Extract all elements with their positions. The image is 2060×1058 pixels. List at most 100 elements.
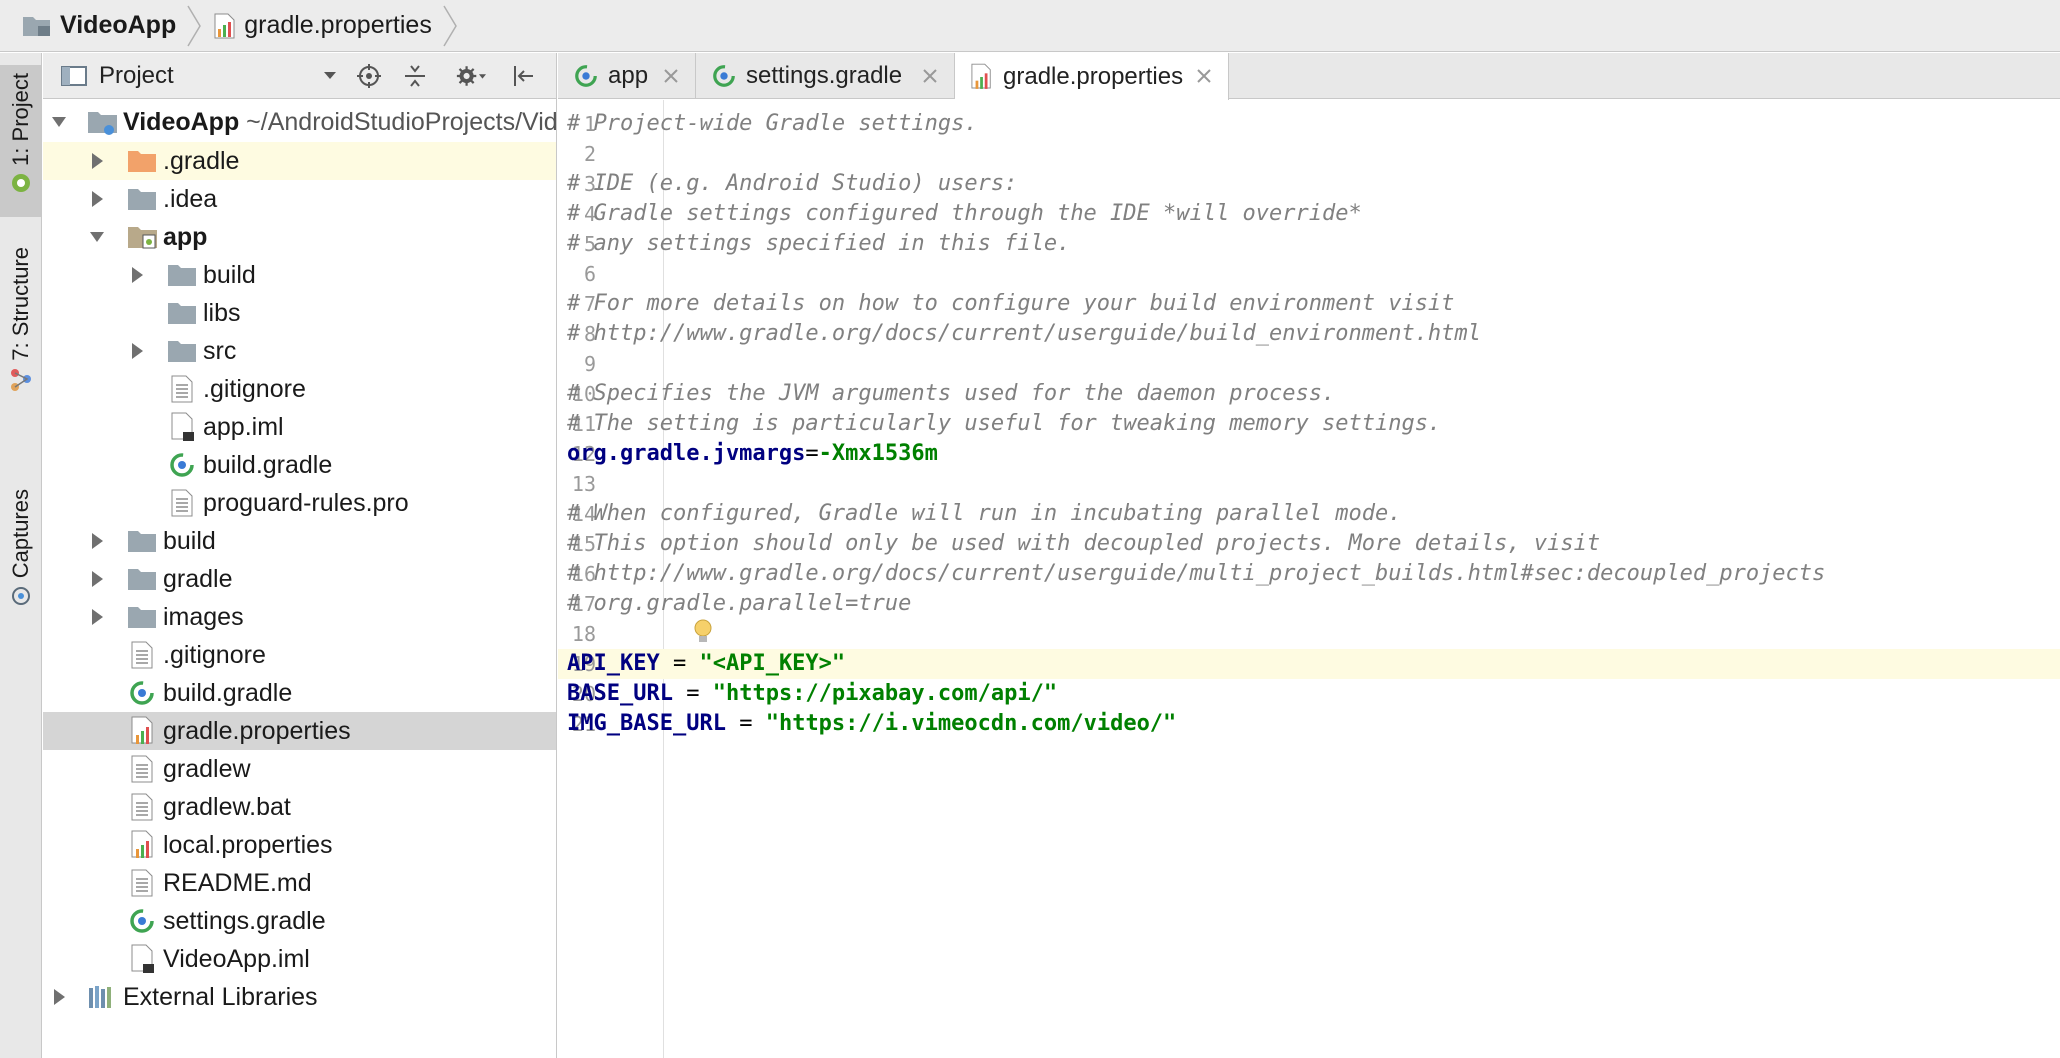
tree-item-libs[interactable]: libs (43, 294, 556, 332)
code-line[interactable]: # Gradle settings configured through the… (567, 199, 2060, 229)
tree-item-dot-gradle[interactable]: .gradle (43, 142, 556, 180)
tree-item-local-properties[interactable]: local.properties (43, 826, 556, 864)
project-panel: Project VideoApp ~/AndroidStudioProjects… (43, 53, 557, 1058)
code-line[interactable]: # any settings specified in this file. (567, 229, 2060, 259)
code-comment: # The setting is particularly useful for… (567, 411, 1442, 436)
tree-item-gradlew-bat[interactable]: gradlew.bat (43, 788, 556, 826)
tab-app[interactable]: app (558, 53, 696, 99)
chevron-down-icon[interactable] (323, 71, 337, 81)
captures-icon (11, 587, 30, 606)
text-file-icon (171, 375, 193, 403)
collapsed-arrow-icon[interactable] (89, 570, 105, 588)
tree-item-videoapp-iml[interactable]: VideoApp.iml (43, 940, 556, 978)
collapsed-arrow-icon[interactable] (51, 988, 67, 1006)
collapsed-arrow-icon[interactable] (89, 190, 105, 208)
tree-item-label: gradle.properties (163, 716, 351, 745)
tree-item-app-gitignore[interactable]: .gitignore (43, 370, 556, 408)
editor-tabs: app settings.gradle gradle.properties (558, 53, 2060, 100)
code-line[interactable]: API_KEY = "<API_KEY>" (567, 649, 2060, 679)
breadcrumb-project[interactable]: VideoApp (22, 0, 176, 52)
code-line[interactable] (567, 349, 2060, 379)
iml-file-icon (131, 944, 154, 973)
tree-item-app-build-gradle[interactable]: build.gradle (43, 446, 556, 484)
tree-item-build-gradle[interactable]: build.gradle (43, 674, 556, 712)
close-icon[interactable] (922, 68, 938, 84)
gradle-file-icon (713, 65, 735, 87)
property-equals: = (805, 441, 819, 466)
tree-item-readme[interactable]: README.md (43, 864, 556, 902)
tree-item-build[interactable]: build (43, 522, 556, 560)
collapsed-arrow-icon[interactable] (89, 608, 105, 626)
collapsed-arrow-icon[interactable] (89, 152, 105, 170)
code-line[interactable]: # IDE (e.g. Android Studio) users: (567, 169, 2060, 199)
settings-button[interactable] (456, 62, 486, 90)
code-line[interactable]: # http://www.gradle.org/docs/current/use… (567, 559, 2060, 589)
code-line[interactable]: IMG_BASE_URL = "https://i.vimeocdn.com/v… (567, 709, 2060, 739)
code-line[interactable]: # For more details on how to configure y… (567, 289, 2060, 319)
folder-icon (128, 189, 156, 210)
code-line[interactable]: # Project-wide Gradle settings. (567, 109, 2060, 139)
property-value: -Xmx1536m (818, 441, 938, 466)
tree-item-src[interactable]: src (43, 332, 556, 370)
tool-tab-project[interactable]: 1: Project (0, 65, 41, 217)
code-line[interactable] (567, 259, 2060, 289)
code-line[interactable] (567, 619, 2060, 649)
breadcrumb-file[interactable]: gradle.properties (214, 0, 432, 52)
code-line[interactable]: # This option should only be used with d… (567, 529, 2060, 559)
code-line[interactable]: # The setting is particularly useful for… (567, 409, 2060, 439)
tree-item-gitignore[interactable]: .gitignore (43, 636, 556, 674)
lightbulb-icon[interactable] (692, 618, 714, 646)
tool-tab-captures[interactable]: Captures (0, 483, 41, 623)
close-icon[interactable] (663, 68, 679, 84)
collapsed-arrow-icon[interactable] (89, 532, 105, 550)
tree-item-gradle-properties[interactable]: gradle.properties (43, 712, 556, 750)
tree-item-idea[interactable]: .idea (43, 180, 556, 218)
tab-label: gradle.properties (1003, 62, 1184, 90)
tool-tab-structure[interactable]: 7: Structure (0, 241, 41, 457)
tree-item-app-iml[interactable]: app.iml (43, 408, 556, 446)
tree-item-videoapp[interactable]: VideoApp ~/AndroidStudioProjects/VideoAp… (43, 103, 556, 141)
scroll-from-source-button[interactable] (354, 62, 384, 90)
collapse-all-button[interactable] (400, 62, 430, 90)
tree-item-label: build (163, 526, 216, 555)
tree-item-gradle-folder[interactable]: gradle (43, 560, 556, 598)
code-line[interactable]: # When configured, Gradle will run in in… (567, 499, 2060, 529)
collapsed-arrow-icon[interactable] (129, 266, 145, 284)
project-view-selector[interactable]: Project (99, 62, 174, 90)
folder-orange-icon (128, 151, 156, 172)
text-file-icon (131, 869, 153, 897)
breadcrumb-separator (187, 5, 202, 46)
collapsed-arrow-icon[interactable] (129, 342, 145, 360)
code-line[interactable]: # org.gradle.parallel=true (567, 589, 2060, 619)
code-line[interactable]: BASE_URL = "https://pixabay.com/api/" (567, 679, 2060, 709)
code-line[interactable] (567, 139, 2060, 169)
crosshair-icon (357, 64, 381, 88)
tab-settings-gradle[interactable]: settings.gradle (696, 53, 955, 99)
tree-item-images[interactable]: images (43, 598, 556, 636)
code-comment: # Specifies the JVM arguments used for t… (567, 381, 1336, 406)
tree-item-external-libraries[interactable]: External Libraries (43, 978, 556, 1016)
close-icon[interactable] (1196, 68, 1212, 84)
tree-item-app-build[interactable]: build (43, 256, 556, 294)
hide-panel-button[interactable] (509, 62, 539, 90)
expanded-arrow-icon[interactable] (89, 228, 105, 246)
tree-item-settings-gradle[interactable]: settings.gradle (43, 902, 556, 940)
tab-gradle-properties[interactable]: gradle.properties (955, 53, 1229, 100)
library-icon (89, 986, 111, 1008)
expanded-arrow-icon[interactable] (51, 113, 67, 131)
code-comment: # Gradle settings configured through the… (567, 201, 1362, 226)
code-comment: # IDE (e.g. Android Studio) users: (567, 171, 1018, 196)
tree-item-gradlew[interactable]: gradlew (43, 750, 556, 788)
code-line[interactable] (567, 469, 2060, 499)
folder-icon (168, 341, 196, 362)
tree-item-app[interactable]: app (43, 218, 556, 256)
property-equals: = (725, 711, 766, 736)
tree-item-proguard[interactable]: proguard-rules.pro (43, 484, 556, 522)
code-line[interactable]: # http://www.gradle.org/docs/current/use… (567, 319, 2060, 349)
properties-file-icon (131, 716, 153, 744)
code-line[interactable]: org.gradle.jvmargs=-Xmx1536m (567, 439, 2060, 469)
gear-icon (456, 66, 486, 86)
folder-icon (128, 607, 156, 628)
code-line[interactable]: # Specifies the JVM arguments used for t… (567, 379, 2060, 409)
project-view-icon (61, 65, 87, 86)
